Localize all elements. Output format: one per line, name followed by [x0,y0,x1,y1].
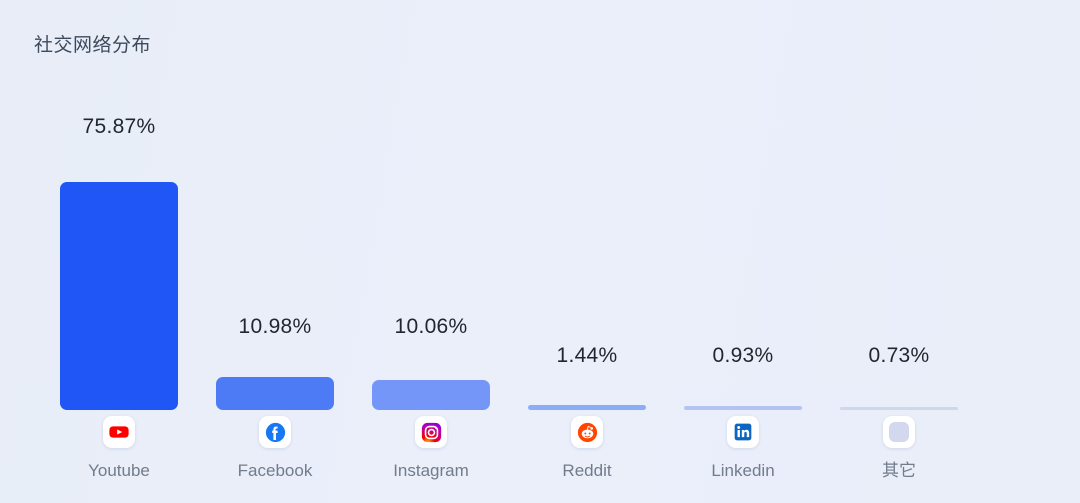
bar-group-youtube[interactable]: 75.87% Youtube [41,110,197,503]
instagram-icon [415,416,447,448]
bar-group-other[interactable]: 0.73% 其它 [821,110,977,503]
bar-category-label-youtube: Youtube [88,461,150,480]
linkedin-icon [727,416,759,448]
other-square-glyph [889,422,909,442]
bar-facebook[interactable] [216,377,334,410]
bar-value-label-youtube: 75.87% [82,115,156,138]
bar-column-linkedin [665,150,821,410]
bar-group-instagram[interactable]: 10.06% Instagram [353,110,509,503]
bar-instagram[interactable] [372,380,490,410]
bar-column-reddit [509,150,665,410]
bar-column-youtube [41,150,197,410]
chart-plot-area: 75.87% Youtube 10.98% Facebook 10.06% In… [0,110,1080,503]
chart-title: 社交网络分布 [34,35,152,56]
bar-group-facebook[interactable]: 10.98% Facebook [197,110,353,503]
bar-category-label-facebook: Facebook [237,461,313,480]
bar-category-label-other: 其它 [882,461,916,480]
youtube-icon [103,416,135,448]
bar-youtube[interactable] [60,182,178,410]
bar-group-linkedin[interactable]: 0.93% Linkedin [665,110,821,503]
facebook-icon [259,416,291,448]
bar-column-facebook [197,150,353,410]
bar-category-label-linkedin: Linkedin [711,461,775,480]
reddit-icon [571,416,603,448]
bar-other[interactable] [840,407,958,410]
bar-reddit[interactable] [528,405,646,410]
bar-category-label-reddit: Reddit [562,461,612,480]
bar-category-label-instagram: Instagram [393,461,469,480]
bar-linkedin[interactable] [684,406,802,410]
bar-column-other [821,150,977,410]
other-icon [883,416,915,448]
social-network-distribution-chart: 社交网络分布 75.87% Youtube 10.98% Facebook 10… [0,0,1080,503]
bar-group-reddit[interactable]: 1.44% Reddit [509,110,665,503]
bar-column-instagram [353,150,509,410]
